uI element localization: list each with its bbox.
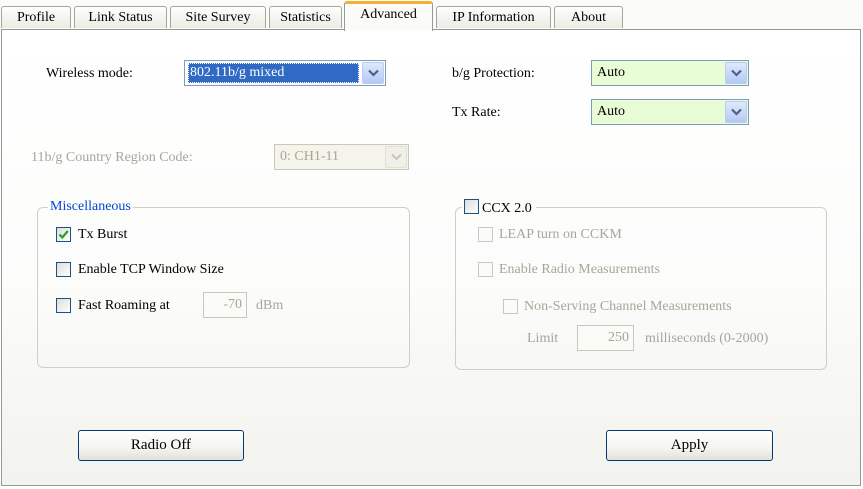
tab-link-status[interactable]: Link Status (74, 6, 167, 28)
tab-advanced[interactable]: Advanced (344, 1, 433, 31)
tx-rate-label: Tx Rate: (452, 105, 501, 120)
tx-burst-label: Tx Burst (78, 227, 128, 242)
apply-button[interactable]: Apply (606, 430, 773, 461)
miscellaneous-legend: Miscellaneous (48, 199, 133, 215)
country-region-value: 0: CH1-11 (280, 149, 339, 164)
tab-profile[interactable]: Profile (1, 6, 71, 28)
tab-about[interactable]: About (554, 6, 623, 28)
tab-ip-information[interactable]: IP Information (436, 6, 551, 28)
tcp-window-checkbox[interactable] (56, 262, 71, 277)
fast-roaming-input: -70 (203, 292, 247, 318)
bg-protection-label: b/g Protection: (452, 66, 535, 81)
limit-unit: milliseconds (0-2000) (645, 331, 769, 346)
wireless-mode-label: Wireless mode: (46, 66, 133, 81)
radio-off-button[interactable]: Radio Off (78, 430, 244, 461)
tcp-window-label: Enable TCP Window Size (78, 262, 224, 277)
radio-measurements-label: Enable Radio Measurements (499, 262, 660, 277)
country-region-label: 11b/g Country Region Code: (31, 150, 193, 165)
tab-statistics[interactable]: Statistics (269, 6, 342, 28)
tx-rate-value: Auto (597, 104, 625, 119)
limit-label: Limit (527, 331, 559, 346)
tab-site-survey[interactable]: Site Survey (170, 6, 266, 28)
non-serving-checkbox (503, 299, 518, 314)
leap-label: LEAP turn on CCKM (499, 227, 622, 242)
bg-protection-select[interactable]: Auto (591, 60, 749, 86)
leap-checkbox (478, 227, 493, 242)
tx-rate-select[interactable]: Auto (591, 99, 749, 125)
fast-roaming-unit: dBm (256, 298, 284, 313)
country-region-select: 0: CH1-11 (274, 144, 409, 170)
bg-protection-value: Auto (597, 65, 625, 80)
checkmark-icon (58, 230, 69, 240)
non-serving-label: Non-Serving Channel Measurements (524, 299, 732, 314)
wireless-mode-value: 802.11b/g mixed (188, 63, 359, 83)
ccx-legend: CCX 2.0 (462, 199, 536, 217)
tab-bar: Profile Link Status Site Survey Statisti… (0, 0, 863, 31)
fast-roaming-label: Fast Roaming at (78, 298, 170, 313)
chevron-down-icon (385, 146, 407, 168)
wireless-mode-select[interactable]: 802.11b/g mixed (184, 60, 386, 86)
tx-burst-checkbox[interactable] (56, 227, 71, 242)
ccx-checkbox[interactable] (464, 199, 479, 214)
chevron-down-icon[interactable] (725, 62, 747, 84)
ccx-title: CCX 2.0 (482, 201, 532, 216)
radio-measurements-checkbox (478, 262, 493, 277)
fast-roaming-checkbox[interactable] (56, 298, 71, 313)
limit-input: 250 (577, 325, 634, 351)
chevron-down-icon[interactable] (362, 62, 384, 84)
chevron-down-icon[interactable] (725, 101, 747, 123)
